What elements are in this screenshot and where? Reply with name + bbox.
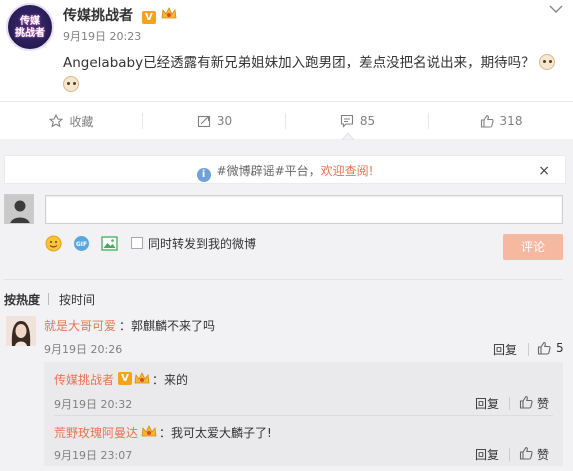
verified-badge-icon[interactable]: V (118, 372, 132, 385)
divider (54, 415, 553, 416)
gif-icon[interactable]: GIF (73, 235, 90, 252)
divider (528, 343, 529, 356)
like-count: 318 (499, 114, 523, 128)
post-text: Angelababy已经透露有新兄弟姐妹加入跑男团，差点没把名说出来，期待吗？ (63, 55, 535, 71)
like-label[interactable]: 赞 (537, 446, 549, 463)
thumbs-up-icon[interactable] (519, 395, 533, 409)
rumor-notice-text: i #微博辟谣#平台，欢迎查阅! (5, 162, 565, 182)
repost-checkbox[interactable] (131, 237, 143, 249)
like-button[interactable]: 318 (429, 102, 573, 140)
comment-icon (340, 114, 354, 128)
rumor-notice-prefix: #微博辟谣#平台， (216, 164, 321, 178)
post-time[interactable]: 9月19日 20:23 (63, 28, 141, 44)
repost-checkbox-label[interactable]: 同时转发到我的微博 (148, 235, 256, 252)
favorite-button[interactable]: 收藏 (0, 102, 143, 140)
reply-time: 9月19日 23:07 (54, 449, 133, 462)
divider (509, 397, 510, 410)
avatar-text-line2: 挑战者 (15, 28, 45, 39)
divider (4, 279, 563, 280)
author-avatar[interactable]: 传媒 挑战者 (6, 3, 54, 51)
rumor-notice: i #微博辟谣#平台，欢迎查阅! × (4, 155, 566, 184)
repost-icon (197, 114, 211, 128)
reply-button[interactable]: 回复 (475, 395, 499, 412)
divider (509, 448, 510, 461)
repost-count: 30 (216, 114, 233, 128)
submit-comment-button[interactable]: 评论 (503, 234, 563, 260)
my-avatar[interactable] (4, 194, 34, 224)
svg-text:GIF: GIF (76, 241, 87, 248)
reply-text: ：我可太爱大麟子了! (159, 426, 272, 440)
emoji-icon[interactable] (45, 235, 62, 252)
caret-up-icon (342, 132, 354, 140)
action-bar: 收藏 30 85 318 (0, 101, 573, 139)
comment-username[interactable]: 就是大哥可爱 (44, 317, 116, 334)
like-label[interactable]: 赞 (537, 395, 549, 412)
reply-time: 9月19日 20:32 (54, 398, 133, 411)
comment-input[interactable] (45, 195, 563, 224)
comment-like-count: 5 (556, 341, 564, 355)
comment-time: 9月19日 20:26 (44, 343, 123, 356)
replies-box: 传媒挑战者 V ：来的 9月19日 20:32 回复 赞 荒野玫瑰阿曼达 ：我可… (44, 362, 563, 466)
cat-emoji-icon (538, 54, 555, 70)
star-icon (49, 113, 64, 128)
author-name[interactable]: 传媒挑战者 (63, 8, 133, 24)
comment-count: 85 (359, 114, 376, 128)
reply-username[interactable]: 荒野玫瑰阿曼达 (54, 424, 138, 441)
comment-button[interactable]: 85 (286, 102, 429, 140)
repost-button[interactable]: 30 (143, 102, 286, 140)
author-name-row: 传媒挑战者 V (63, 5, 177, 25)
thumbs-up-icon[interactable] (537, 341, 551, 355)
favorite-label: 收藏 (69, 114, 94, 129)
crown-badge-icon[interactable] (161, 7, 177, 20)
crown-badge-icon[interactable] (141, 425, 157, 438)
cat-emoji-icon (63, 76, 79, 92)
chevron-down-icon[interactable] (549, 4, 563, 14)
thumbs-up-icon (480, 114, 494, 128)
close-icon[interactable]: × (538, 163, 550, 179)
crown-badge-icon[interactable] (134, 372, 150, 385)
post-text-block: Angelababy已经透露有新兄弟姐妹加入跑男团，差点没把名说出来，期待吗？ (63, 52, 563, 96)
commenter-avatar[interactable] (6, 316, 36, 346)
verified-badge-icon[interactable]: V (141, 11, 156, 24)
thumbs-up-icon[interactable] (519, 446, 533, 460)
sort-by-hot-tab[interactable]: 按热度 (4, 291, 40, 308)
reply-button[interactable]: 回复 (493, 341, 517, 358)
image-icon[interactable] (101, 235, 118, 252)
info-icon: i (196, 168, 211, 182)
divider (48, 293, 49, 305)
sort-by-time-tab[interactable]: 按时间 (59, 291, 95, 308)
avatar-text-line1: 传媒 (20, 16, 40, 27)
comment-text: ：郭麒麟不来了吗 (119, 319, 216, 333)
reply-button[interactable]: 回复 (475, 446, 499, 463)
rumor-notice-link[interactable]: 欢迎查阅! (321, 164, 374, 178)
reply-username[interactable]: 传媒挑战者 (54, 371, 114, 388)
reply-text: ：来的 (152, 373, 189, 387)
